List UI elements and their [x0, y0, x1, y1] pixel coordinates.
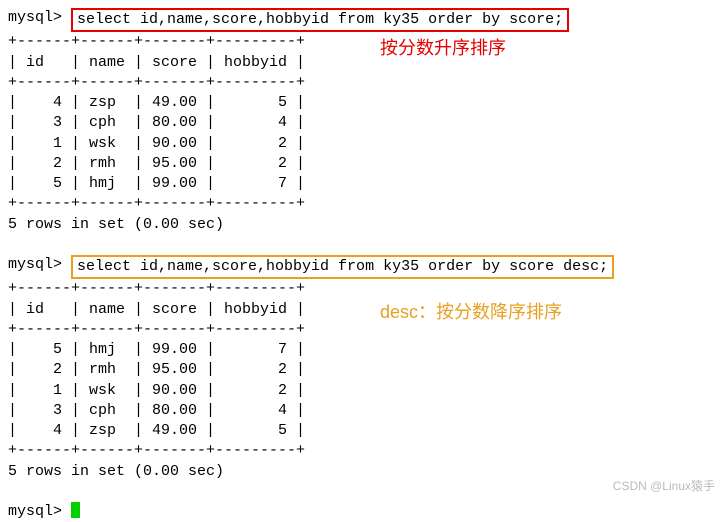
table-row: | 1 | wsk | 90.00 | 2 | — [8, 381, 717, 401]
sql-query-2[interactable]: select id,name,score,hobbyid from ky35 o… — [71, 255, 614, 279]
annotation-desc: desc：按分数降序排序 — [380, 300, 562, 324]
result-footer: 5 rows in set (0.00 sec) — [8, 215, 717, 235]
table-border: +------+------+-------+---------+ — [8, 320, 717, 340]
blank-line — [8, 482, 717, 502]
active-prompt-line[interactable]: mysql> — [8, 502, 717, 522]
table-header: | id | name | score | hobbyid | — [8, 300, 717, 320]
table-border: +------+------+-------+---------+ — [8, 279, 717, 299]
mysql-prompt: mysql> — [8, 8, 71, 28]
table-border: +------+------+-------+---------+ — [8, 441, 717, 461]
table-row: | 4 | zsp | 49.00 | 5 | — [8, 93, 717, 113]
blank-line — [8, 235, 717, 255]
table-row: | 5 | hmj | 99.00 | 7 | — [8, 174, 717, 194]
watermark: CSDN @Linux猿手 — [613, 478, 715, 494]
table-row: | 3 | cph | 80.00 | 4 | — [8, 401, 717, 421]
table-row: | 4 | zsp | 49.00 | 5 | — [8, 421, 717, 441]
table-row: | 2 | rmh | 95.00 | 2 | — [8, 360, 717, 380]
cursor-icon — [71, 502, 80, 518]
table-row: | 2 | rmh | 95.00 | 2 | — [8, 154, 717, 174]
table-row: | 3 | cph | 80.00 | 4 | — [8, 113, 717, 133]
mysql-prompt: mysql> — [8, 502, 71, 522]
mysql-prompt: mysql> — [8, 255, 71, 275]
table-row: | 5 | hmj | 99.00 | 7 | — [8, 340, 717, 360]
table-header: | id | name | score | hobbyid | — [8, 53, 717, 73]
table-row: | 1 | wsk | 90.00 | 2 | — [8, 134, 717, 154]
prompt-line-2: mysql> select id,name,score,hobbyid from… — [8, 255, 717, 279]
table-border: +------+------+-------+---------+ — [8, 194, 717, 214]
table-border: +------+------+-------+---------+ — [8, 32, 717, 52]
prompt-line-1: mysql> select id,name,score,hobbyid from… — [8, 8, 717, 32]
table-border: +------+------+-------+---------+ — [8, 73, 717, 93]
result-footer: 5 rows in set (0.00 sec) — [8, 462, 717, 482]
sql-query-1[interactable]: select id,name,score,hobbyid from ky35 o… — [71, 8, 569, 32]
annotation-asc: 按分数升序排序 — [380, 36, 506, 60]
